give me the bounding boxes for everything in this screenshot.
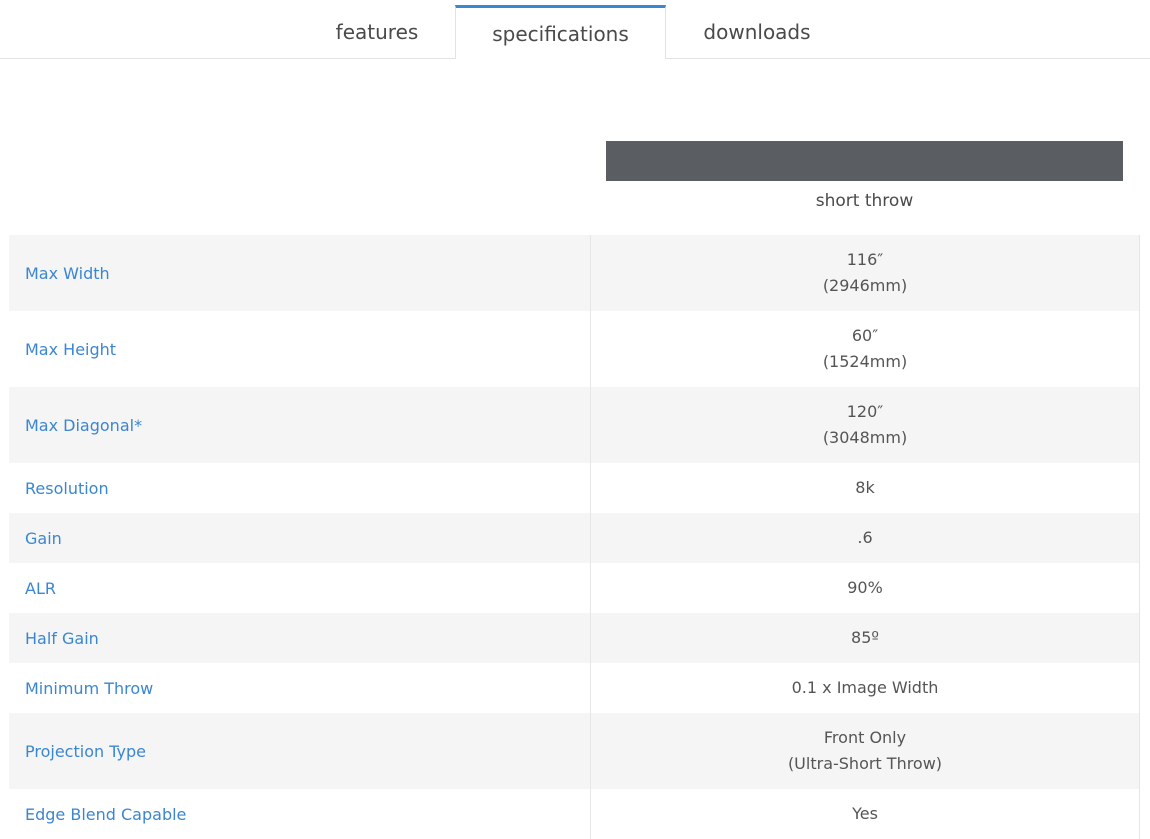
spec-value-main: .6 [857, 528, 873, 547]
spec-label: Gain [25, 528, 62, 548]
spec-table: Max Width 116″ (2946mm) Max Height 60″ (… [9, 235, 1140, 839]
spec-value-main: Yes [852, 804, 878, 823]
tab-specifications[interactable]: specifications [455, 5, 666, 59]
spec-value-main: 116″ [846, 250, 884, 269]
spec-row-half-gain: Half Gain 85º [9, 613, 1140, 663]
spec-label: ALR [25, 578, 56, 598]
spec-value-main: Front Only [823, 728, 907, 747]
spec-row-projection-type: Projection Type Front Only (Ultra-Short … [9, 713, 1140, 789]
spec-label: Max Diagonal* [25, 415, 143, 435]
spec-value: 90% [590, 563, 1140, 613]
spec-value-main: 8k [855, 478, 875, 497]
spec-value: .6 [590, 513, 1140, 563]
spec-label: Half Gain [25, 628, 99, 648]
spec-value-main: 120″ [846, 402, 884, 421]
spec-label: Minimum Throw [25, 678, 154, 698]
spec-value-sub: (3048mm) [822, 428, 908, 447]
column-header-bar [606, 141, 1123, 181]
spec-row-gain: Gain .6 [9, 513, 1140, 563]
spec-value: 120″ (3048mm) [590, 387, 1140, 463]
spec-label: Resolution [25, 478, 109, 498]
spec-value-main: 60″ [851, 326, 879, 345]
spec-row-max-diagonal: Max Diagonal* 120″ (3048mm) [9, 387, 1140, 463]
spec-label: Max Width [25, 263, 110, 283]
spec-value: 0.1 x Image Width [590, 663, 1140, 713]
tab-features[interactable]: features [299, 5, 455, 58]
spec-value-main: 0.1 x Image Width [791, 678, 939, 697]
tab-downloads[interactable]: downloads [666, 5, 848, 58]
spec-row-alr: ALR 90% [9, 563, 1140, 613]
spec-label: Max Height [25, 339, 117, 359]
spec-value-main: 85º [851, 628, 879, 647]
tab-bar: features specifications downloads [0, 0, 1150, 59]
spec-value: 60″ (1524mm) [590, 311, 1140, 387]
spec-row-minimum-throw: Minimum Throw 0.1 x Image Width [9, 663, 1140, 713]
spec-value: 8k [590, 463, 1140, 513]
spec-value: Front Only (Ultra-Short Throw) [590, 713, 1140, 789]
spec-value-sub: (2946mm) [822, 276, 908, 295]
column-header-label: short throw [815, 191, 914, 211]
spec-value-sub: (1524mm) [822, 352, 908, 371]
spec-value: 85º [590, 613, 1140, 663]
spec-label: Projection Type [25, 741, 146, 761]
spec-row-max-height: Max Height 60″ (1524mm) [9, 311, 1140, 387]
spec-value-main: 90% [847, 578, 883, 597]
spec-value: 116″ (2946mm) [590, 235, 1140, 311]
spec-row-resolution: Resolution 8k [9, 463, 1140, 513]
spec-row-max-width: Max Width 116″ (2946mm) [9, 235, 1140, 311]
spec-value-sub: (Ultra-Short Throw) [787, 754, 943, 773]
